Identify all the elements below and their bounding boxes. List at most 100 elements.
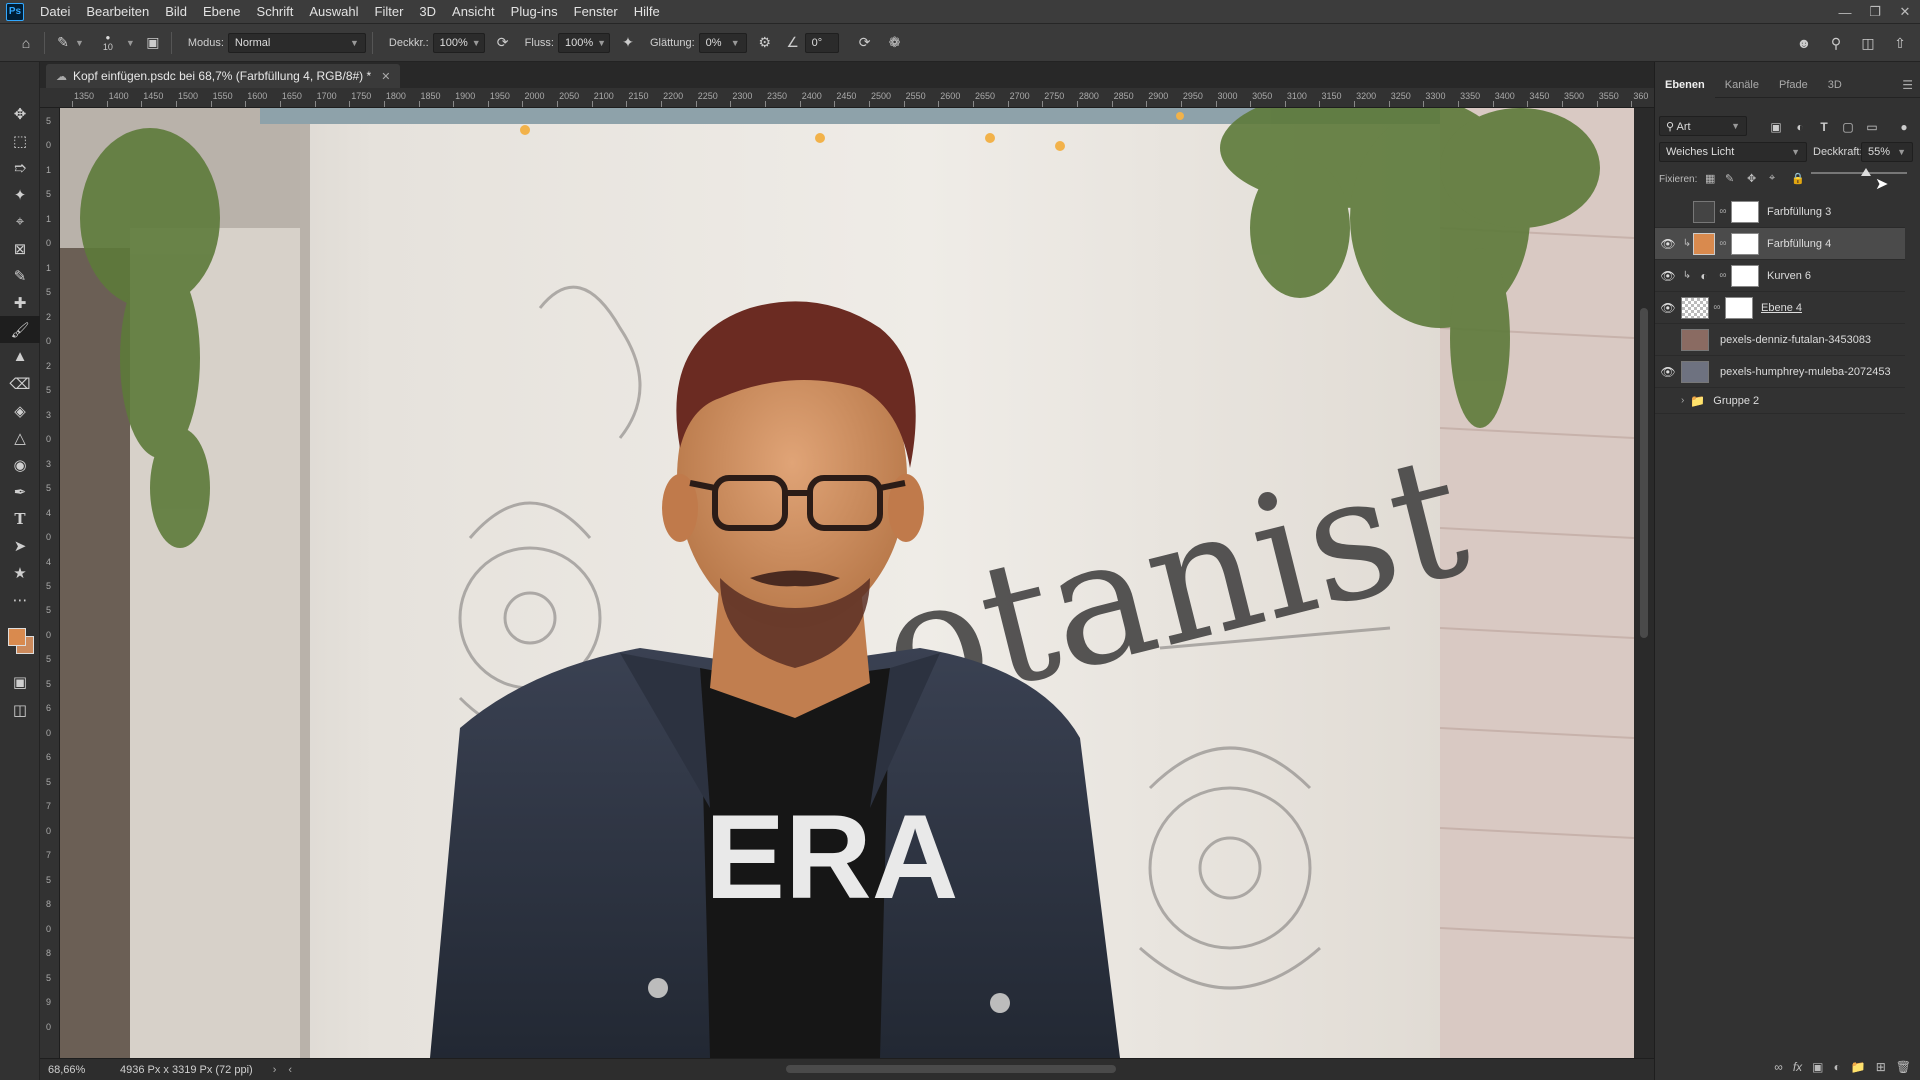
path-selection-tool-icon[interactable]: ➤: [0, 532, 40, 559]
pressure-opacity-icon[interactable]: ⟳: [491, 31, 515, 55]
menu-3d[interactable]: 3D: [411, 0, 444, 24]
brush-size-picker[interactable]: ● 10: [90, 33, 126, 52]
document-tab[interactable]: ☁ Kopf einfügen.psdc bei 68,7% (Farbfüll…: [46, 64, 401, 88]
visibility-eye-icon[interactable]: 👁: [1655, 356, 1681, 388]
chevron-down-icon[interactable]: ▼: [75, 38, 84, 48]
layer-group-row[interactable]: 👁 › 📁 Gruppe 2: [1655, 388, 1905, 414]
chevron-right-icon[interactable]: ›: [273, 1064, 277, 1076]
filter-toggle-icon[interactable]: ●: [1895, 118, 1913, 136]
foreground-color-swatch[interactable]: [8, 628, 26, 646]
layer-mask-thumbnail[interactable]: [1731, 232, 1759, 255]
deckkraft-input[interactable]: 100% ▼: [432, 32, 485, 53]
glaettung-input[interactable]: 0% ▼: [698, 32, 747, 53]
pen-tool-icon[interactable]: ✒: [0, 478, 40, 505]
crop-tool-icon[interactable]: ⌖: [0, 208, 40, 235]
opacity-slider[interactable]: [1803, 166, 1913, 180]
menu-schrift[interactable]: Schrift: [249, 0, 302, 24]
type-tool-icon[interactable]: T: [0, 505, 40, 532]
chevron-right-icon[interactable]: ›: [1681, 395, 1684, 406]
share-icon[interactable]: ⇧: [1888, 31, 1912, 55]
visibility-eye-icon[interactable]: 👁: [1655, 228, 1681, 260]
link-layers-icon[interactable]: ∞: [1774, 1060, 1783, 1074]
panel-menu-icon[interactable]: ☰: [1902, 78, 1913, 92]
chevron-down-icon[interactable]: ▼: [126, 38, 135, 48]
eraser-tool-icon[interactable]: ⌫: [0, 370, 40, 397]
filter-smart-object-icon[interactable]: ▭: [1863, 118, 1881, 136]
menu-bild[interactable]: Bild: [157, 0, 195, 24]
zoom-level[interactable]: 68,66%: [48, 1064, 108, 1076]
move-tool-icon[interactable]: ✥: [0, 100, 40, 127]
menu-bearbeiten[interactable]: Bearbeiten: [78, 0, 157, 24]
horizontal-scroll-thumb[interactable]: [786, 1065, 1116, 1073]
close-icon[interactable]: ✕: [1890, 0, 1920, 24]
magic-wand-tool-icon[interactable]: ✦: [0, 181, 40, 208]
menu-plugins[interactable]: Plug-ins: [503, 0, 566, 24]
lock-all-icon[interactable]: 🔒: [1791, 172, 1805, 185]
scroll-thumb[interactable]: [1640, 308, 1648, 638]
modus-select[interactable]: Normal ▼: [227, 32, 366, 53]
layer-row[interactable]: 👁 ∞ Farbfüllung 3: [1655, 196, 1905, 228]
menu-hilfe[interactable]: Hilfe: [626, 0, 668, 24]
visibility-eye-icon[interactable]: 👁: [1655, 292, 1681, 324]
vertical-scrollbar[interactable]: [1634, 108, 1654, 1058]
shape-tool-icon[interactable]: ★: [0, 559, 40, 586]
paint-bucket-tool-icon[interactable]: ◈: [0, 397, 40, 424]
lock-position-icon[interactable]: ✥: [1747, 172, 1756, 185]
pressure-size-icon[interactable]: ⟳: [853, 31, 877, 55]
tab-ebenen[interactable]: Ebenen: [1655, 71, 1715, 98]
lock-pixels-icon[interactable]: ✎: [1725, 172, 1734, 185]
menu-ebene[interactable]: Ebene: [195, 0, 249, 24]
visibility-eye-icon[interactable]: 👁: [1655, 196, 1681, 228]
filter-shape-icon[interactable]: ▢: [1839, 118, 1857, 136]
close-icon[interactable]: ✕: [381, 70, 390, 83]
tab-3d[interactable]: 3D: [1818, 72, 1852, 98]
blend-mode-select[interactable]: Weiches Licht ▼: [1659, 142, 1807, 162]
layer-mask-thumbnail[interactable]: [1731, 200, 1759, 223]
home-icon[interactable]: ⌂: [14, 31, 38, 55]
restore-icon[interactable]: ❐: [1860, 0, 1890, 24]
search-icon[interactable]: ⚲: [1824, 31, 1848, 55]
layer-row-selected[interactable]: 👁 ↳ ∞ Farbfüllung 4: [1655, 228, 1905, 260]
filter-type-icon[interactable]: T: [1815, 118, 1833, 136]
color-swatches[interactable]: [8, 628, 34, 654]
visibility-eye-icon[interactable]: 👁: [1655, 388, 1681, 414]
brush-tool-icon[interactable]: 🖌: [0, 316, 40, 343]
menu-filter[interactable]: Filter: [367, 0, 412, 24]
add-mask-icon[interactable]: ▣: [1812, 1060, 1823, 1074]
symmetry-icon[interactable]: ❁: [883, 31, 907, 55]
new-layer-icon[interactable]: ⊞: [1876, 1060, 1886, 1074]
slider-handle[interactable]: [1861, 168, 1871, 176]
document-canvas[interactable]: otanist ERA: [60, 108, 1634, 1058]
sharpen-tool-icon[interactable]: △: [0, 424, 40, 451]
tab-pfade[interactable]: Pfade: [1769, 72, 1818, 98]
fluss-input[interactable]: 100% ▼: [558, 32, 610, 53]
brush-settings-icon[interactable]: ▣: [141, 31, 165, 55]
fx-icon[interactable]: fx: [1793, 1060, 1802, 1074]
menu-fenster[interactable]: Fenster: [566, 0, 626, 24]
lock-transparent-icon[interactable]: ▦: [1705, 172, 1715, 185]
layer-row[interactable]: 👁 pexels-denniz-futalan-3453083: [1655, 324, 1905, 356]
trash-icon[interactable]: 🗑: [1896, 1060, 1911, 1074]
lasso-tool-icon[interactable]: ➱: [0, 154, 40, 181]
minimize-icon[interactable]: —: [1830, 0, 1860, 24]
workspace-icon[interactable]: ◫: [1856, 31, 1880, 55]
visibility-eye-icon[interactable]: 👁: [1655, 324, 1681, 356]
new-group-icon[interactable]: 📁: [1851, 1060, 1866, 1074]
filter-adjustment-icon[interactable]: ◐: [1791, 118, 1809, 136]
visibility-eye-icon[interactable]: 👁: [1655, 260, 1681, 292]
panel-deckkraft-input[interactable]: 55% ▼: [1861, 142, 1913, 162]
brush-preset-icon[interactable]: ✎: [51, 31, 75, 55]
layer-mask-thumbnail[interactable]: [1731, 264, 1759, 287]
layer-row[interactable]: 👁 ↳ ◐ ∞ Kurven 6: [1655, 260, 1905, 292]
layer-mask-thumbnail[interactable]: [1725, 296, 1753, 319]
eyedropper-tool-icon[interactable]: ✎: [0, 262, 40, 289]
quick-mask-icon[interactable]: ▣: [0, 668, 40, 695]
screen-mode-icon[interactable]: ◫: [0, 696, 40, 723]
marquee-tool-icon[interactable]: ⬚: [0, 127, 40, 154]
layer-row[interactable]: 👁 pexels-humphrey-muleba-2072453: [1655, 356, 1905, 388]
airbrush-icon[interactable]: ✦: [616, 31, 640, 55]
layer-filter-select[interactable]: ⚲ Art ▼: [1659, 116, 1747, 136]
lock-artboard-icon[interactable]: ⌖: [1769, 172, 1775, 185]
adjustment-layer-icon[interactable]: ◐: [1834, 1060, 1841, 1074]
account-icon[interactable]: ☻: [1792, 31, 1816, 55]
